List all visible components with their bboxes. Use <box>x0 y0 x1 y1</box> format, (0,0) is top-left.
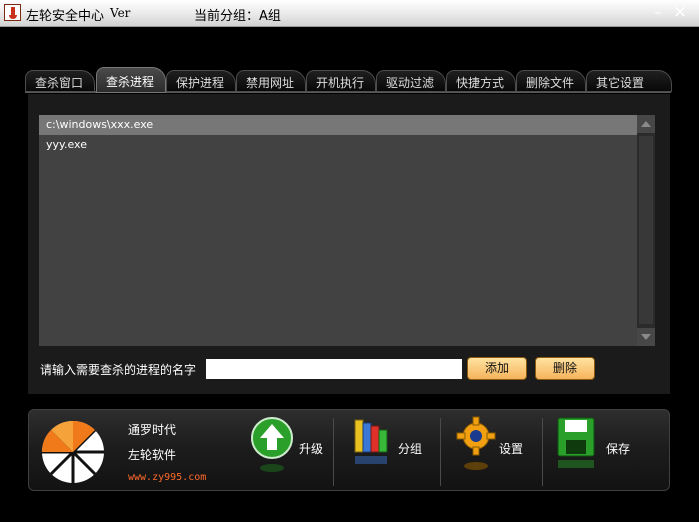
tab-driver-filter[interactable]: 驱动过滤 <box>376 70 446 92</box>
revolver-logo-icon <box>41 420 104 483</box>
save-label: 保存 <box>606 442 631 456</box>
save-button[interactable]: 保存 <box>556 414 636 478</box>
upgrade-arrow-icon <box>251 417 293 472</box>
scroll-track[interactable] <box>639 136 653 324</box>
brand-line-1: 通罗时代 <box>128 423 177 437</box>
app-icon <box>4 4 21 21</box>
window-title: 左轮安全中心 <box>26 9 105 24</box>
tab-label: 驱动过滤 <box>386 76 435 90</box>
vertical-scrollbar[interactable] <box>637 115 655 346</box>
floppy-disk-icon <box>557 417 595 468</box>
toolbar-divider <box>333 418 334 486</box>
gear-icon <box>456 416 496 470</box>
add-button[interactable]: 添加 <box>467 357 527 380</box>
tab-label: 删除文件 <box>526 76 575 90</box>
upgrade-label: 升级 <box>299 442 324 456</box>
tab-delete-files[interactable]: 删除文件 <box>516 70 586 92</box>
tab-strip: 查杀窗口 查杀进程 保护进程 禁用网址 开机执行 驱动过滤 快捷方式 删除文件 … <box>25 67 675 94</box>
process-name-prompt: 请输入需要查杀的进程的名字 <box>40 363 197 377</box>
tab-startup[interactable]: 开机执行 <box>306 70 376 92</box>
tab-other-settings[interactable]: 其它设置 <box>586 70 672 92</box>
scroll-down-icon[interactable] <box>637 328 655 346</box>
close-icon[interactable]: × <box>670 2 690 22</box>
minimize-icon[interactable]: – <box>648 2 668 22</box>
tab-label: 其它设置 <box>596 76 645 90</box>
list-item[interactable]: yyy.exe <box>39 135 637 155</box>
settings-label: 设置 <box>499 442 524 456</box>
toolbar-divider <box>542 418 543 486</box>
brand-line-2: 左轮软件 <box>128 448 177 462</box>
current-group-label: 当前分组：A组 <box>194 9 281 24</box>
scroll-up-icon[interactable] <box>637 115 655 133</box>
process-name-input[interactable] <box>206 359 462 379</box>
toolbar-divider <box>440 418 441 486</box>
tab-scan-process[interactable]: 查杀进程 <box>96 67 166 93</box>
tab-label: 禁用网址 <box>246 76 295 90</box>
title-bar: 左轮安全中心 Ver 当前分组：A组 – × <box>0 0 699 27</box>
tab-label: 开机执行 <box>316 76 365 90</box>
tab-label: 保护进程 <box>176 76 225 90</box>
version-label: Ver <box>110 6 131 20</box>
website-link[interactable]: www.zy995.com <box>128 472 206 483</box>
list-item[interactable]: c:\windows\xxx.exe <box>39 115 637 135</box>
upgrade-button[interactable]: 升级 <box>250 414 330 478</box>
process-list[interactable]: c:\windows\xxx.exe yyy.exe <box>39 115 637 346</box>
tab-protect-process[interactable]: 保护进程 <box>166 70 236 92</box>
tab-block-url[interactable]: 禁用网址 <box>236 70 306 92</box>
tab-shortcuts[interactable]: 快捷方式 <box>446 70 516 92</box>
tab-label: 查杀进程 <box>106 75 155 89</box>
group-label: 分组 <box>398 442 423 456</box>
tab-label: 查杀窗口 <box>35 76 84 90</box>
books-icon <box>354 419 388 464</box>
tab-scan-window[interactable]: 查杀窗口 <box>25 70 95 92</box>
tab-label: 快捷方式 <box>456 76 505 90</box>
group-button[interactable]: 分组 <box>352 414 432 478</box>
settings-button[interactable]: 设置 <box>456 414 536 478</box>
delete-button[interactable]: 删除 <box>535 357 595 380</box>
